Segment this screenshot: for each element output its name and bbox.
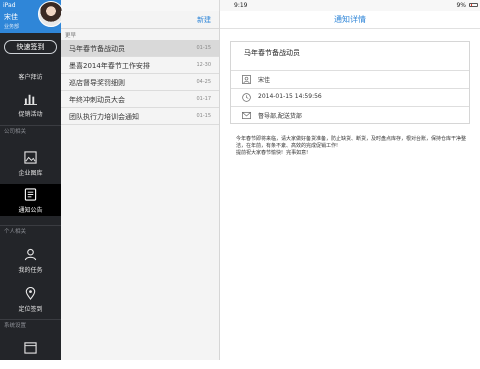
list-header-divider [61, 28, 219, 29]
section-label-system: 系统设置 [4, 323, 27, 329]
notice-datetime: 2014-01-15 14:59:56 [258, 93, 322, 100]
list-item-title: 墨喜2014年春节工作安排 [69, 62, 150, 70]
sidebar-item-label: 客户拜访 [18, 74, 43, 81]
author-name: 宋佳 [258, 77, 271, 84]
battery-percent: 9% [456, 2, 466, 9]
list-item[interactable]: 团队执行力培训会通知 01-15 [61, 108, 219, 125]
list-item[interactable]: 马年春节备战动员 01-15 [61, 40, 219, 57]
detail-title: 通知详情 [334, 15, 366, 24]
recipients-row: 督导部,配送货部 [231, 106, 469, 125]
user-role: 业务部 [4, 24, 20, 30]
list-item-title: 马年春节备战动员 [69, 45, 125, 53]
detail-header-divider [220, 28, 480, 29]
list-section-label: 更早 [65, 33, 77, 39]
new-button[interactable]: 新建 [197, 15, 211, 25]
sidebar-item-tasks[interactable]: 我的任务 [0, 244, 61, 276]
list-item-date: 01-15 [196, 113, 211, 119]
notice-content: 今年春节即将来临，请大家做好备货准备，防止缺货、断货，及时盘点库存，根对台账，保… [236, 136, 467, 156]
sidebar-item-location-sign[interactable]: 定位签到 [0, 283, 61, 315]
list-item-title: 巡店督导奖罚细则 [69, 79, 125, 87]
notice-detail-panel: 通知详情 马年春节备战动员 宋佳 2014-01-15 14:59:56 督导部… [220, 11, 480, 360]
notice-title: 马年春节备战动员 [244, 49, 300, 57]
notice-info-card: 马年春节备战动员 宋佳 2014-01-15 14:59:56 督导部,配送货部 [230, 41, 470, 124]
status-bar-middle [61, 0, 220, 11]
person-icon [242, 75, 251, 84]
sidebar-item-label: 我的任务 [18, 267, 43, 274]
battery-icon [469, 3, 478, 7]
picture-icon [24, 151, 37, 164]
section-label-personal: 个人相关 [4, 229, 27, 235]
sidebar-item-label: 企业图库 [18, 170, 43, 177]
calendar-icon [24, 342, 37, 354]
sidebar-item-label: 通知公告 [18, 207, 43, 214]
section-divider [0, 225, 61, 226]
bar-chart-icon [24, 94, 37, 105]
list-item-title: 年终冲刺动员大会 [69, 96, 125, 104]
list-item[interactable]: 年终冲刺动员大会 01-17 [61, 91, 219, 108]
list-item-date: 04-25 [196, 79, 211, 85]
clock-icon [242, 93, 251, 102]
sidebar-item-promotion[interactable]: 促销活动 [0, 88, 61, 120]
notice-recipients: 督导部,配送货部 [258, 113, 302, 120]
datetime-row: 2014-01-15 14:59:56 [231, 88, 469, 107]
person-icon [24, 248, 37, 261]
location-pin-icon [25, 287, 36, 300]
list-item-date: 12-30 [196, 62, 211, 68]
list-item-date: 01-17 [196, 96, 211, 102]
status-bar-right: 9:19 9% [220, 0, 480, 11]
sidebar-item-label: 促销活动 [18, 111, 43, 118]
notice-list-panel: 新建 更早 马年春节备战动员 01-15 墨喜2014年春节工作安排 12-30… [61, 11, 220, 360]
notice-icon [24, 188, 37, 201]
author-row: 宋佳 [231, 70, 469, 89]
device-label: iPad [3, 2, 16, 9]
user-name: 宋佳 [4, 13, 18, 21]
sidebar: 宋佳 业务部 快速签到 客户拜访 促销活动 公司相关 企业图库 通知公告 个人相… [0, 1, 64, 360]
list-item-date: 01-15 [196, 45, 211, 51]
section-divider [0, 319, 61, 320]
list-item[interactable]: 墨喜2014年春节工作安排 12-30 [61, 57, 219, 74]
sidebar-item-label: 定位签到 [18, 306, 43, 313]
sidebar-item-gallery[interactable]: 企业图库 [0, 147, 61, 179]
clock: 9:19 [234, 2, 248, 9]
section-label-company: 公司相关 [4, 129, 27, 135]
quick-sign-button[interactable]: 快速签到 [4, 40, 57, 54]
mail-icon [242, 111, 251, 120]
sidebar-item-calendar[interactable] [0, 337, 61, 369]
list-item-title: 团队执行力培训会通知 [69, 113, 139, 121]
sidebar-item-notice[interactable]: 通知公告 [0, 184, 61, 216]
profile-header[interactable]: 宋佳 业务部 [0, 1, 64, 33]
section-divider [0, 125, 61, 126]
list-item[interactable]: 巡店督导奖罚细则 04-25 [61, 74, 219, 91]
